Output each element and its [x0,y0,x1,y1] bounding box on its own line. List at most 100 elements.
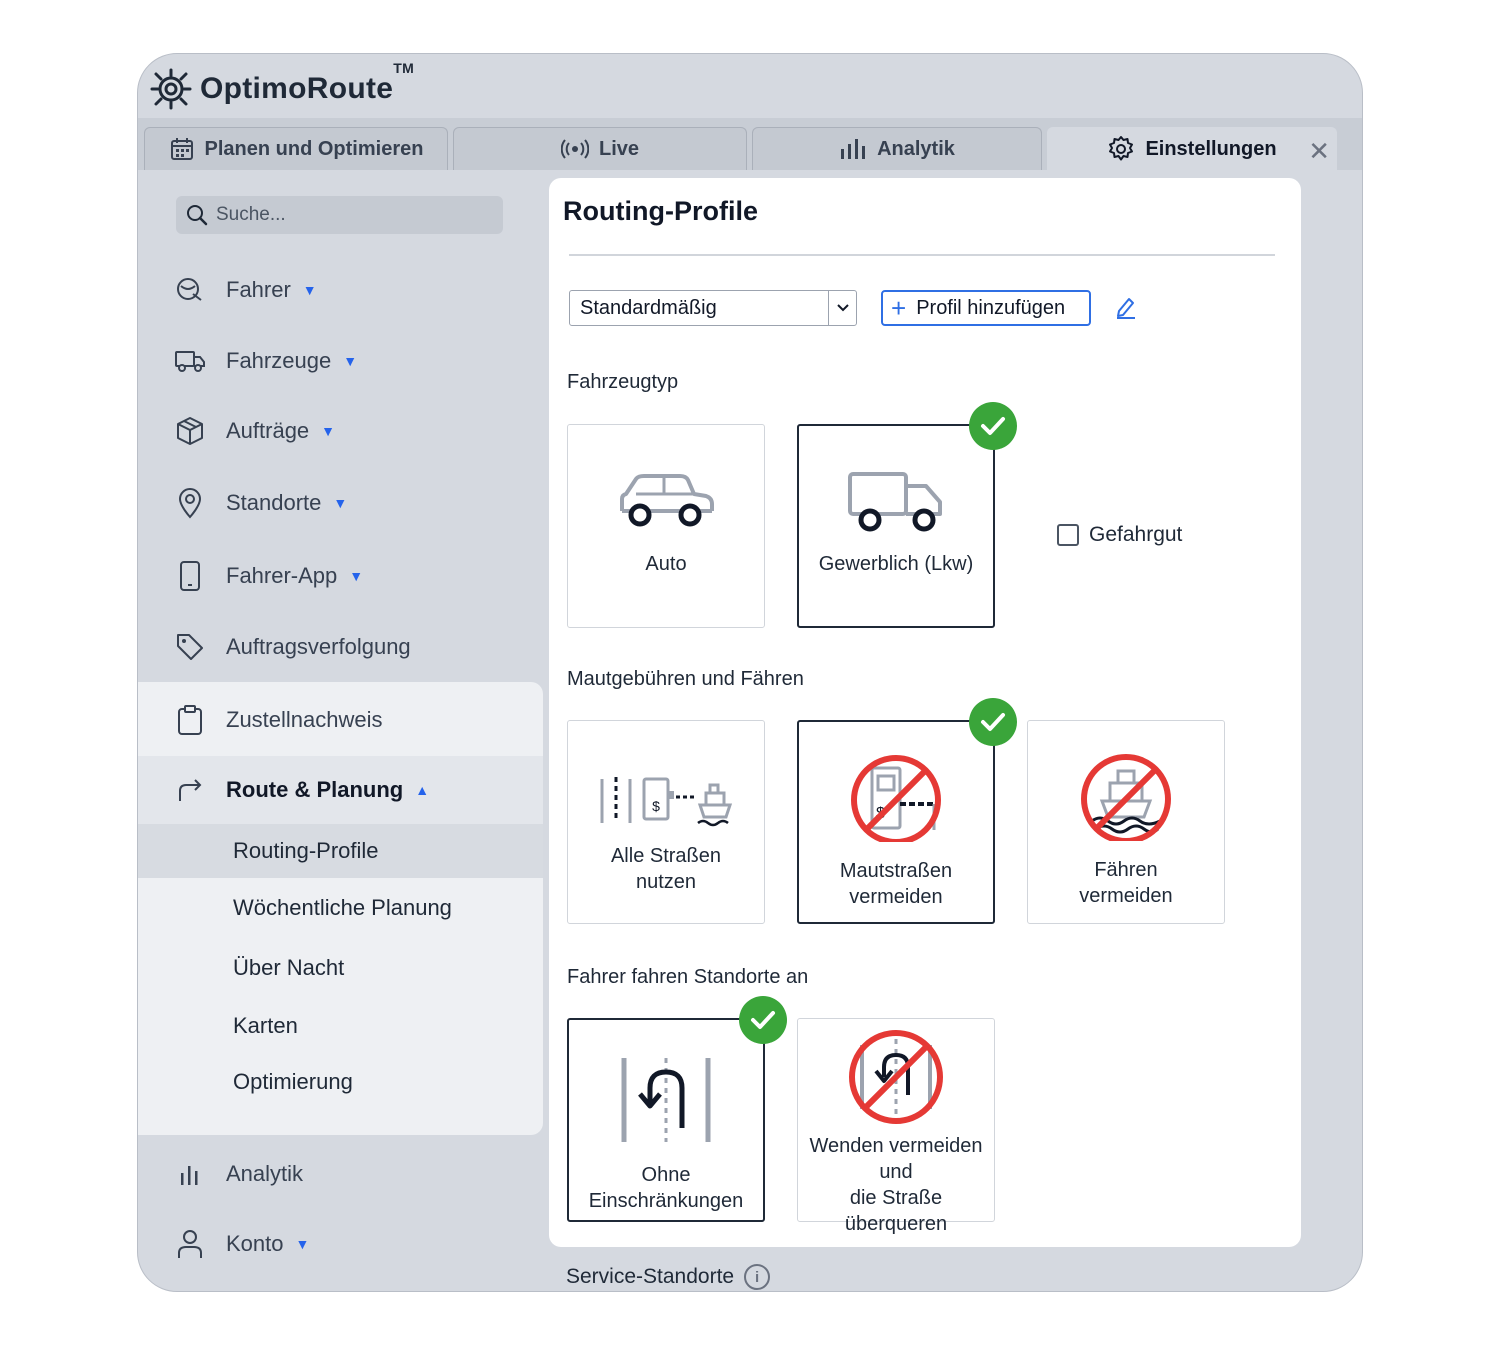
info-icon[interactable]: i [744,1264,771,1290]
option-lkw-label: Gewerblich (Lkw) [818,553,974,575]
option-auto[interactable]: Auto [567,424,765,628]
sidebar-item-label: Fahrzeuge [226,348,332,373]
profile-select-value: Standardmäßig [580,296,717,319]
chevron-down-icon: ▼ [302,282,317,298]
option-label-line2: vermeiden [1079,885,1173,907]
tab-live[interactable]: Live [453,127,747,170]
sidebar-item-route-planung[interactable]: Route & Planung ▲ [174,770,429,810]
sidebar-item-label: Aufträge [226,418,310,443]
sidebar-item-standorte[interactable]: Standorte ▼ [174,483,347,523]
svg-text:$: $ [652,798,660,814]
car-icon [620,474,714,527]
tab-live-label: Live [598,137,640,160]
sidebar-item-fahrzeuge[interactable]: Fahrzeuge ▼ [174,341,357,381]
option-label-line1: Fähren [1094,859,1158,881]
search-input[interactable] [216,204,486,226]
trademark-mark: TM [393,60,415,76]
chevron-down-icon [828,291,856,325]
tab-analytik[interactable]: Analytik [752,127,1042,170]
edit-profile-button[interactable] [1115,295,1137,324]
add-profile-label: Profil hinzufügen [916,296,1066,319]
sidebar-item-zustellnachweis[interactable]: Zustellnachweis [174,700,383,740]
sidebar-item-fahrer[interactable]: Fahrer ▼ [174,270,317,310]
profile-select[interactable]: Standardmäßig [569,290,857,326]
pencil-icon [1117,298,1135,319]
sidebar-item-label: Zustellnachweis [226,707,383,732]
option-ohne-einschraenkungen[interactable]: Ohne Einschränkungen [567,996,787,1222]
service-standorte-label: Service-Standorte [566,1265,735,1288]
user-icon [178,1230,202,1258]
chevron-up-icon: ▲ [415,782,430,798]
u-turn-icon [621,1058,711,1142]
tab-planen-label: Planen und Optimieren [204,137,424,160]
page-title: Routing-Profile [563,196,758,226]
subitem-ueber-nacht[interactable]: Über Nacht [233,955,344,981]
tab-planen[interactable]: Planen und Optimieren [144,127,448,170]
sidebar-item-analytik[interactable]: Analytik [174,1154,303,1194]
optimoroute-logo-icon [150,68,192,110]
route-arrow-icon [179,779,202,801]
chevron-down-icon: ▼ [343,353,358,369]
option-wenden-vermeiden[interactable]: Wenden vermeiden und die Straße überquere… [797,1018,995,1235]
checkbox-box[interactable] [1057,524,1079,546]
sidebar-item-label: Fahrer-App [226,563,338,588]
search-box [176,196,503,234]
title-divider [569,254,1275,256]
driver-icon [177,278,202,301]
checkmark-icon [739,996,787,1044]
sidebar-item-auftraege[interactable]: Aufträge ▼ [174,411,335,451]
checkmark-icon [969,698,1017,746]
hazmat-checkbox[interactable]: Gefahrgut [1057,523,1182,547]
tag-icon [177,634,203,660]
tab-einstellungen-label: Einstellungen [1145,137,1277,160]
app-name: OptimoRouteTM [200,60,415,105]
option-label-line2: nutzen [635,871,697,893]
chevron-down-icon: ▼ [333,495,348,511]
option-label-line1: Wenden vermeiden und [809,1135,983,1183]
subitem-karten[interactable]: Karten [233,1013,298,1039]
sidebar-item-label: Standorte [226,490,322,515]
checkmark-icon [969,402,1017,450]
option-faehren-vermeiden[interactable]: Fähren vermeiden [1027,720,1225,924]
calendar-icon [170,138,193,160]
option-alle-strassen[interactable]: $ Alle Straßen nutzen [567,720,765,924]
option-label-line2: vermeiden [849,886,943,908]
option-lkw[interactable]: Gewerblich (Lkw) [797,402,1017,628]
search-icon [187,205,208,226]
tab-analytik-label: Analytik [877,137,955,160]
plus-icon: + [891,293,907,323]
section-label-fahrzeugtyp: Fahrzeugtyp [567,371,679,393]
app-logo: OptimoRouteTM [150,60,415,110]
truck-icon [848,472,942,532]
option-mautstrassen-vermeiden[interactable]: $ Mautstraßen vermeiden [797,698,1017,924]
settings-panel: Routing-Profile Standardmäßig + Profil h… [549,178,1301,1247]
service-standorte-section: Service-Standorte i [566,1264,771,1290]
subitem-routing-profile[interactable]: Routing-Profile [233,838,379,864]
sidebar-item-label: Konto [226,1231,284,1256]
broadcast-icon [560,139,589,159]
clipboard-icon [178,705,202,735]
option-label-line1: Mautstraßen [839,860,953,882]
section-label-anfahrt: Fahrer fahren Standorte an [567,966,809,988]
tab-einstellungen[interactable]: Einstellungen [1047,127,1337,170]
chevron-down-icon: ▼ [349,568,364,584]
option-ohne-label: Ohne Einschränkungen [588,1164,744,1212]
chevron-down-icon: ▼ [295,1236,310,1252]
bar-chart-icon [841,139,866,159]
sidebar-item-konto[interactable]: Konto ▼ [174,1224,309,1264]
hazmat-label: Gefahrgut [1089,523,1183,546]
add-profile-button[interactable]: + Profil hinzufügen [881,290,1091,326]
sidebar-item-fahrer-app[interactable]: Fahrer-App ▼ [174,556,363,596]
tab-bar: Planen und Optimieren Live Analytik Eins… [138,118,1362,170]
sidebar-item-label: Fahrer [226,277,291,302]
sidebar-item-auftragsverfolgung[interactable]: Auftragsverfolgung [174,627,411,667]
phone-icon [180,561,200,591]
sidebar: Fahrer ▼ Fahrzeuge ▼ Aufträge ▼ Standort… [138,170,543,1291]
subitem-optimierung[interactable]: Optimierung [233,1069,353,1095]
app-window: OptimoRouteTM Planen und Optimieren Live… [137,53,1363,1292]
truck-icon [175,351,205,372]
subitem-woechentliche-planung[interactable]: Wöchentliche Planung [233,895,452,921]
close-tab-icon[interactable]: ✕ [1308,138,1330,164]
sidebar-item-label: Route & Planung [226,777,404,802]
bar-chart-icon [181,1166,198,1185]
